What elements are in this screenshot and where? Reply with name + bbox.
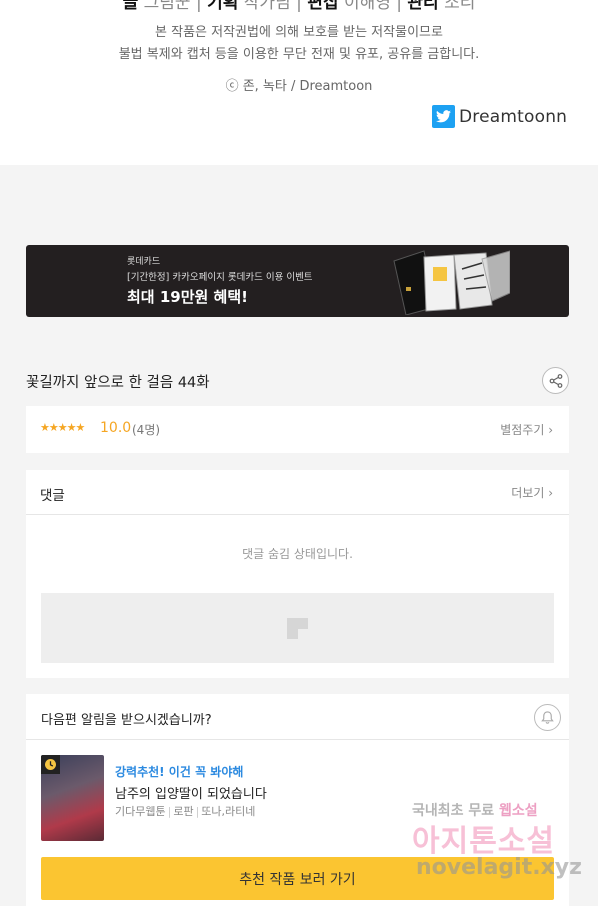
notify-bell-button[interactable] (534, 704, 561, 731)
episode-title: 꽃길까지 앞으로 한 걸음 44화 (26, 375, 210, 391)
rating-card: ★★★★★ 10.0 (4명) 별점주기 › (26, 406, 569, 453)
footer-credits-area: 글 그림꾼 | 기획 작가님 | 편집 이해영 | 관리 조리 본 작품은 저작… (0, 0, 598, 165)
share-icon (549, 373, 562, 388)
copyright-notice: 본 작품은 저작권법에 의해 보호를 받는 저작물이므로 불법 복제와 캡처 등… (0, 22, 598, 66)
credit-role: 글 (122, 0, 139, 13)
divider (26, 514, 569, 515)
credit-name: 이해영 (343, 0, 391, 13)
twitter-handle: Dreamtoonn (459, 106, 568, 127)
promo-banner[interactable]: 롯데카드 [기간한정] 카카오페이지 롯데카드 이용 이벤트 최대 19만원 혜… (26, 245, 569, 317)
credit-role: 관리 (407, 0, 439, 13)
rating-stars: ★★★★★ (40, 421, 85, 434)
ad-logo-icon (287, 618, 308, 639)
twitter-link[interactable]: Dreamtoonn (432, 105, 567, 128)
rating-score: 10.0 (100, 420, 132, 436)
next-episode-notify-card: 다음편 알림을 받으시겠습니까? 강력추천! 이건 꼭 봐야해 남주의 입양딸이… (26, 694, 569, 906)
notice-line: 불법 복제와 캡처 등을 이용한 무단 전재 및 유포, 공유를 금합니다. (118, 47, 480, 62)
credit-cards-illustration (393, 250, 510, 315)
wait-free-badge (41, 755, 60, 774)
credit-role: 기획 (207, 0, 239, 13)
share-button[interactable] (542, 367, 569, 394)
banner-brand: 롯데카드 (127, 257, 161, 267)
copyright-text: ⓒ 존, 녹타 / Dreamtoon (225, 79, 373, 94)
recommendation-meta: 기다무웹툰 | 로판 | 또나,라티네 (115, 805, 256, 818)
credit-name: 작가님 (243, 0, 291, 13)
ad-placeholder[interactable] (41, 593, 554, 663)
rating-count: (4명) (132, 423, 161, 437)
recommendation-title[interactable]: 남주의 입양딸이 되었습니다 (115, 783, 267, 802)
notice-line: 본 작품은 저작권법에 의해 보호를 받는 저작물이므로 (155, 25, 443, 40)
comments-heading: 댓글 (40, 488, 65, 504)
rec-genre: 기다무웹툰 (115, 805, 166, 818)
divider (26, 739, 569, 740)
comments-hidden-notice: 댓글 숨김 상태입니다. (242, 547, 353, 561)
banner-title: 최대 19만원 혜택! (127, 288, 248, 306)
recommendation-tag: 강력추천! 이건 꼭 봐야해 (115, 765, 244, 779)
twitter-icon (432, 105, 455, 128)
rate-button[interactable]: 별점주기 › (500, 421, 553, 438)
comments-more-link[interactable]: 더보기 › (511, 484, 553, 501)
credit-name: 조리 (444, 0, 476, 13)
recommendation-thumbnail[interactable] (41, 755, 104, 841)
banner-event: [기간한정] 카카오페이지 롯데카드 이용 이벤트 (127, 272, 313, 283)
view-recommendation-button[interactable]: 추천 작품 보러 가기 (41, 857, 554, 900)
rec-genre: 로판 (173, 805, 194, 818)
notify-question: 다음편 알림을 받으시겠습니까? (41, 713, 212, 728)
rec-authors: 또나,라티네 (201, 805, 256, 818)
credit-role: 편집 (307, 0, 339, 13)
credit-name: 그림꾼 (143, 0, 191, 13)
bell-icon (541, 711, 554, 724)
comment-card: 댓글 더보기 › 댓글 숨김 상태입니다. (26, 470, 569, 678)
credits-line: 글 그림꾼 | 기획 작가님 | 편집 이해영 | 관리 조리 (0, 0, 598, 13)
clock-icon (45, 759, 56, 770)
